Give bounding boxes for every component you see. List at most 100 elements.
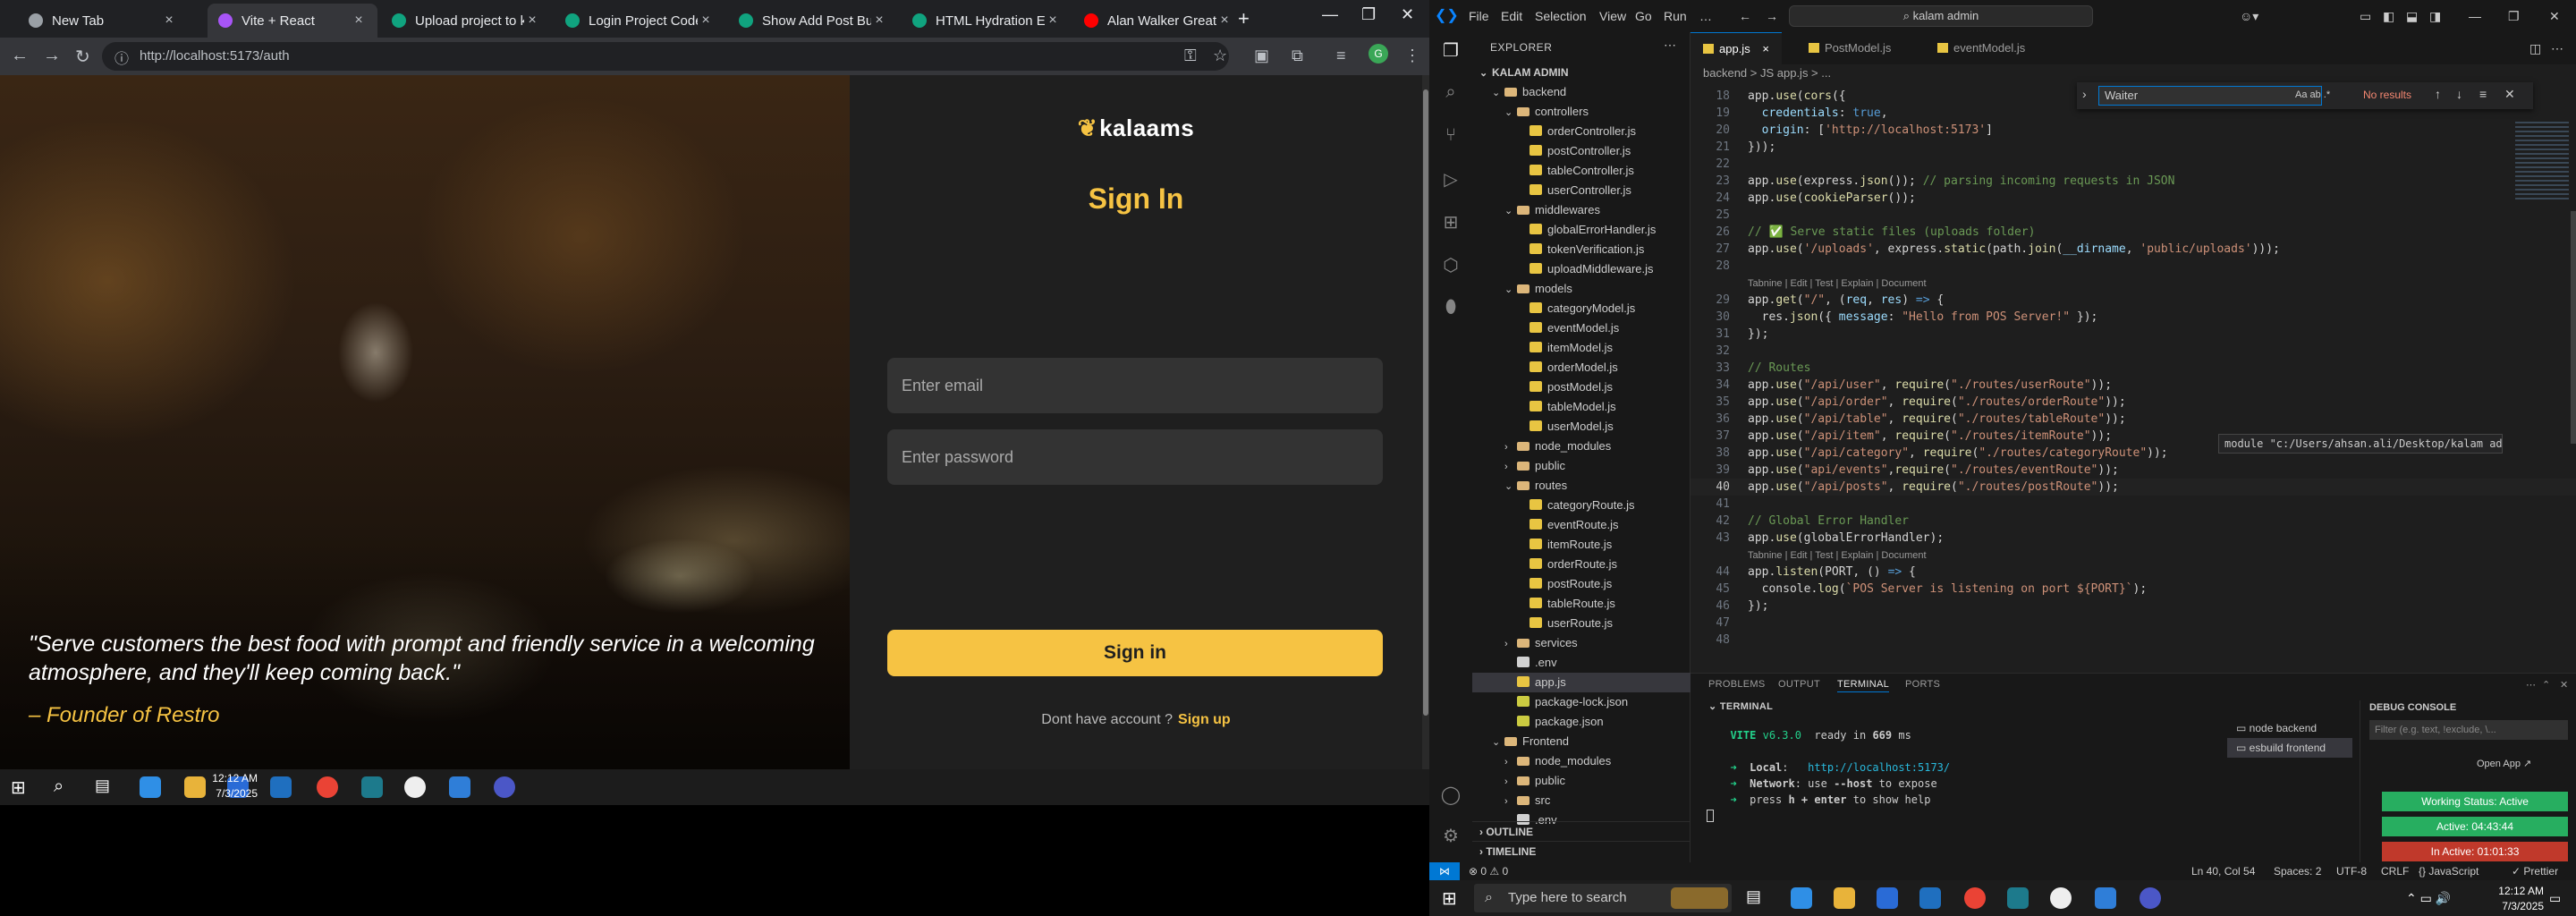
breadcrumb[interactable]: backend > JS app.js > ...: [1703, 66, 1831, 80]
tree-file[interactable]: tableController.js: [1472, 161, 1690, 181]
command-center[interactable]: ⌕ kalam admin: [1789, 5, 2093, 27]
signin-button[interactable]: Sign in: [887, 630, 1383, 676]
editor-tab-app-js[interactable]: app.js ×: [1690, 32, 1782, 64]
toggle-replace-icon[interactable]: ›: [2082, 87, 2087, 101]
task-view-icon[interactable]: ▤: [95, 776, 116, 798]
tree-file[interactable]: itemModel.js: [1472, 338, 1690, 358]
tab-close-icon[interactable]: ×: [161, 13, 177, 29]
code-line[interactable]: 23 app.use(express.json()); // parsing in…: [1690, 173, 2576, 190]
extension-icon[interactable]: ▣: [1254, 47, 1269, 65]
tree-file[interactable]: tableRoute.js: [1472, 594, 1690, 614]
start-icon[interactable]: ⊞: [11, 776, 32, 798]
explorer-more-icon[interactable]: ⋯: [1664, 38, 1676, 53]
timeline-section[interactable]: › TIMELINE: [1472, 841, 1690, 861]
tab-close-icon[interactable]: ×: [351, 13, 367, 29]
extension-status-badge[interactable]: Working Status: Active: [2382, 792, 2568, 811]
tree-file[interactable]: orderRoute.js: [1472, 555, 1690, 574]
encoding[interactable]: UTF-8: [2336, 865, 2367, 878]
problems-count[interactable]: ⊗ 0 ⚠ 0: [1469, 865, 1508, 878]
tree-file[interactable]: orderController.js: [1472, 122, 1690, 141]
start-icon[interactable]: ⊞: [1442, 887, 1463, 909]
tree-file[interactable]: .env: [1472, 653, 1690, 673]
search-highlight-image[interactable]: [1671, 887, 1728, 909]
tree-file[interactable]: userRoute.js: [1472, 614, 1690, 633]
cursor-position[interactable]: Ln 40, Col 54: [2191, 865, 2255, 878]
search-icon[interactable]: ⌕: [1440, 82, 1462, 104]
address-bar[interactable]: ⓘ http://localhost:5173/auth: [102, 42, 1229, 71]
site-info-icon[interactable]: ⓘ: [114, 47, 129, 68]
terminal-esbuild-frontend[interactable]: ▭ esbuild frontend: [2227, 738, 2352, 758]
file-explorer-icon[interactable]: [184, 776, 206, 798]
code-line[interactable]: 48: [1690, 632, 2576, 649]
password-field[interactable]: [887, 429, 1383, 485]
tree-file[interactable]: postController.js: [1472, 141, 1690, 161]
browser-tab[interactable]: HTML Hydration Error×: [902, 4, 1072, 38]
code-line[interactable]: 33 // Routes: [1690, 360, 2576, 377]
editor-scrollbar[interactable]: [2571, 211, 2576, 444]
code-line[interactable]: 42 // Global Error Handler: [1690, 513, 2576, 530]
tree-file[interactable]: postRoute.js: [1472, 574, 1690, 594]
panel-more-icon[interactable]: ⋯: [2526, 679, 2536, 691]
find-options-icon[interactable]: Aa ab .*: [2295, 89, 2330, 100]
code-line[interactable]: 32: [1690, 343, 2576, 360]
tree-folder[interactable]: › public: [1472, 771, 1690, 791]
tree-folder[interactable]: ⌄ Frontend: [1472, 732, 1690, 751]
find-in-selection-icon[interactable]: ≡: [2479, 87, 2487, 101]
tree-file[interactable]: categoryRoute.js: [1472, 496, 1690, 515]
extension-status-badge[interactable]: Active: 04:43:44: [2382, 817, 2568, 836]
tree-folder[interactable]: ⌄ backend: [1472, 82, 1690, 102]
end-of-line[interactable]: CRLF: [2381, 865, 2409, 878]
tabnine-icon[interactable]: ⬮: [1440, 297, 1462, 318]
notification-icon[interactable]: ▭: [2549, 891, 2561, 906]
code-line[interactable]: 27 app.use('/uploads', express.static(pat…: [1690, 241, 2576, 258]
layout-icon[interactable]: ▭: [2360, 9, 2371, 24]
menu-view[interactable]: View: [1599, 9, 1626, 23]
code-line[interactable]: 44 app.listen(PORT, () => {: [1690, 564, 2576, 581]
code-line[interactable]: 26 // ✅ Serve static files (uploads folde…: [1690, 224, 2576, 241]
code-line[interactable]: 20 origin: ['http://localhost:5173']: [1690, 122, 2576, 139]
back-icon[interactable]: ←: [11, 46, 29, 66]
password-icon[interactable]: ⚿: [1184, 47, 1197, 65]
panel-tab-terminal[interactable]: TERMINAL: [1837, 679, 1890, 692]
browser-tab[interactable]: Login Project Code He×: [555, 4, 724, 38]
tree-file[interactable]: itemRoute.js: [1472, 535, 1690, 555]
code-line[interactable]: 31});: [1690, 326, 2576, 343]
mail-icon[interactable]: [270, 776, 292, 798]
language-mode[interactable]: {} JavaScript: [2419, 865, 2479, 878]
menu-more[interactable]: …: [1699, 9, 1712, 23]
code-line[interactable]: 22: [1690, 156, 2576, 173]
editor-tab-eventmodel[interactable]: eventModel.js: [1925, 32, 2038, 64]
panel-tab-output[interactable]: OUTPUT: [1778, 679, 1820, 690]
nav-forward-icon[interactable]: →: [1766, 9, 1778, 23]
tree-folder[interactable]: ⌄ routes: [1472, 476, 1690, 496]
previous-match-icon[interactable]: ↑: [2435, 87, 2441, 101]
tab-close-icon[interactable]: ×: [871, 13, 887, 29]
browser-tab[interactable]: Alan Walker Greatest×: [1073, 4, 1243, 38]
url-text[interactable]: http://localhost:5173/auth: [140, 48, 290, 64]
email-field[interactable]: [887, 358, 1383, 413]
prettier-status[interactable]: ✓ Prettier: [2512, 865, 2558, 878]
code-line[interactable]: 43 app.use(globalErrorHandler);: [1690, 530, 2576, 547]
new-tab-button[interactable]: +: [1238, 7, 1250, 30]
search-icon[interactable]: ⌕: [54, 776, 75, 798]
tree-file[interactable]: tokenVerification.js: [1472, 240, 1690, 259]
maximize-button[interactable]: ❐: [1361, 5, 1376, 24]
code-line[interactable]: Tabnine | Edit | Test | Explain | Docume…: [1690, 275, 2576, 292]
code-line[interactable]: 30 res.json({ message: "Hello from POS S…: [1690, 309, 2576, 326]
tree-folder[interactable]: › node_modules: [1472, 751, 1690, 771]
menu-run[interactable]: Run: [1664, 9, 1687, 23]
workspace-root[interactable]: ⌄ KALAM ADMIN: [1472, 63, 1690, 82]
close-icon[interactable]: ✕: [2504, 87, 2515, 102]
app-icon[interactable]: [404, 776, 426, 798]
browser-tab[interactable]: New Tab ×: [18, 4, 188, 38]
app-icon[interactable]: [2050, 887, 2072, 909]
menu-go[interactable]: Go: [1635, 9, 1652, 23]
tree-folder[interactable]: ⌄ middlewares: [1472, 200, 1690, 220]
tree-file[interactable]: package.json: [1472, 712, 1690, 732]
panel-tab-ports[interactable]: PORTS: [1905, 679, 1940, 690]
tab-close-icon[interactable]: ×: [524, 13, 540, 29]
profile-avatar[interactable]: G: [1368, 44, 1388, 64]
code-line[interactable]: 34 app.use("/api/user", require("./routes…: [1690, 377, 2576, 394]
tree-file[interactable]: categoryModel.js: [1472, 299, 1690, 318]
next-match-icon[interactable]: ↓: [2456, 87, 2462, 101]
